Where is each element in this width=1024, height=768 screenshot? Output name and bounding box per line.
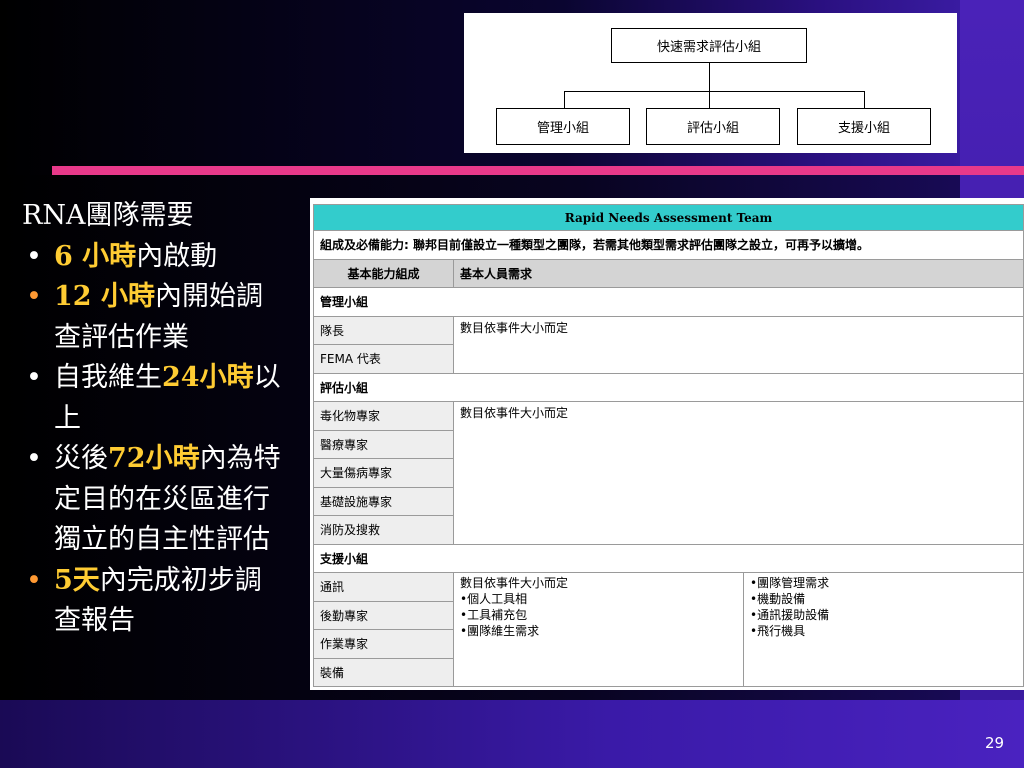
table-cell-role: 裝備 <box>313 657 454 687</box>
list-item: • 災後72小時內為特定目的在災區進行獨立的自主性評估 <box>22 439 282 561</box>
need-line: •團隊管理需求 <box>750 576 830 590</box>
org-child-node: 評估小組 <box>646 108 780 145</box>
table-cell-role: 基礎設施專家 <box>313 486 454 516</box>
org-connector <box>864 91 865 108</box>
group-header: 支援小組 <box>313 543 1024 573</box>
org-child-node: 管理小組 <box>496 108 630 145</box>
highlight-text: 6 小時 <box>54 240 137 272</box>
highlight-text: 12 小時 <box>54 281 155 312</box>
accent-divider <box>52 166 1024 175</box>
need-line: •個人工具相 <box>460 592 528 606</box>
table-cell-role: 隊長 <box>313 315 454 345</box>
table-cell-extra: •團隊管理需求 •機動設備 •通訊援助設備 •飛行機具 <box>743 572 1024 687</box>
org-child-node: 支援小組 <box>797 108 931 145</box>
list-item: • 12 小時內開始調查評估作業 <box>22 277 282 358</box>
need-line: •機動設備 <box>750 592 806 606</box>
rna-team-table: Rapid Needs Assessment Team 組成及必備能力: 聯邦目… <box>310 198 1024 690</box>
group-header: 管理小組 <box>313 287 1024 317</box>
item-text: 自我維生 <box>54 362 162 393</box>
highlight-text: 24小時 <box>162 362 254 393</box>
bullet: • <box>26 362 42 393</box>
item-text: 內啟動 <box>136 240 218 272</box>
highlight-text: 5天 <box>54 564 100 596</box>
list-title: RNA團隊需要 <box>22 200 194 231</box>
table-cell-role: 後勤專家 <box>313 600 454 630</box>
table-cell-need: 數目依事件大小而定 •個人工具相 •工具補充包 •團隊維生需求 <box>453 572 744 687</box>
highlight-text: 72小時 <box>108 443 200 474</box>
item-text: 災後 <box>54 443 108 474</box>
list-item: • 5天內完成初步調查報告 <box>22 561 282 642</box>
page-number: 29 <box>985 734 1005 752</box>
need-line: •工具補充包 <box>460 608 528 622</box>
table-cell-role: 醫療專家 <box>313 429 454 459</box>
table-cell-role: 通訊 <box>313 572 454 602</box>
table-cell-role: FEMA 代表 <box>313 344 454 374</box>
column-header: 基本人員需求 <box>453 258 1024 288</box>
table-note: 組成及必備能力: 聯邦目前僅設立一種類型之團隊，若需其他類型需求評估團隊之設立，… <box>313 230 1024 260</box>
need-line: •團隊維生需求 <box>460 624 540 638</box>
column-header: 基本能力組成 <box>313 258 454 288</box>
table-cell-role: 消防及搜救 <box>313 515 454 545</box>
bullet: • <box>26 443 42 474</box>
need-line: 數目依事件大小而定 <box>460 576 569 590</box>
group-header: 評估小組 <box>313 372 1024 402</box>
need-line: •飛行機具 <box>750 624 806 638</box>
table-cell-role: 毒化物專家 <box>313 401 454 431</box>
table-title: Rapid Needs Assessment Team <box>313 204 1024 231</box>
list-item: • 6 小時內啟動 <box>22 237 282 278</box>
left-bullet-list: RNA團隊需要 • 6 小時內啟動 • 12 小時內開始調查評估作業 • 自我維… <box>22 196 282 642</box>
bullet: • <box>26 281 42 312</box>
org-connector <box>564 91 565 108</box>
table-cell-need: 數目依事件大小而定 <box>453 315 1024 374</box>
bullet: • <box>26 564 42 596</box>
table-cell-role: 作業專家 <box>313 629 454 659</box>
org-connector <box>709 63 710 91</box>
table-cell-need: 數目依事件大小而定 <box>453 401 1024 545</box>
bullet: • <box>26 240 42 272</box>
org-chart: 快速需求評估小組 管理小組 評估小組 支援小組 <box>464 13 957 153</box>
list-item: • 自我維生24小時以上 <box>22 358 282 439</box>
need-line: •通訊援助設備 <box>750 608 830 622</box>
table-cell-role: 大量傷病專家 <box>313 458 454 488</box>
background-bottom-band <box>0 700 1024 768</box>
org-connector <box>709 91 710 108</box>
org-root-node: 快速需求評估小組 <box>611 28 807 63</box>
org-connector <box>564 91 864 92</box>
